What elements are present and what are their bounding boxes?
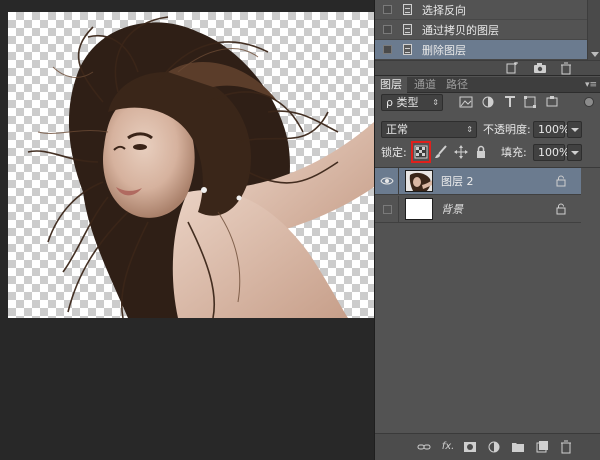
lock-all-icon[interactable] xyxy=(474,145,488,159)
visibility-toggle[interactable] xyxy=(375,168,399,195)
tab-channels[interactable]: 通道 xyxy=(409,77,441,93)
opacity-dropdown-button[interactable] xyxy=(567,121,582,138)
portrait-image xyxy=(27,16,374,318)
filter-toggle-switch[interactable] xyxy=(584,97,594,107)
history-footer xyxy=(375,60,600,76)
blend-mode-select[interactable]: 正常 ⇕ xyxy=(381,121,477,138)
history-item[interactable]: 选择反向 xyxy=(375,0,587,20)
new-document-from-state-icon[interactable] xyxy=(505,62,519,75)
filter-shape-icon[interactable] xyxy=(523,95,537,109)
fill-value: 100% xyxy=(538,146,570,159)
layer-thumbnail-white[interactable] xyxy=(405,198,433,220)
tab-paths[interactable]: 路径 xyxy=(441,77,473,93)
camera-snapshot-icon[interactable] xyxy=(533,62,547,75)
history-state-icon xyxy=(403,4,412,15)
lock-image-pixels-brush-icon[interactable] xyxy=(434,145,448,159)
tab-layers[interactable]: 图层 xyxy=(375,77,407,93)
filter-pixel-icon[interactable] xyxy=(459,95,473,109)
hidden-visibility-box[interactable] xyxy=(383,205,392,214)
panel-menu-icon[interactable]: ▾≡ xyxy=(585,80,597,90)
history-state-icon xyxy=(403,24,412,35)
layer-filter-type-select[interactable]: ρ 类型 ⇕ xyxy=(381,94,443,111)
opacity-input[interactable]: 100% xyxy=(533,121,569,138)
history-snapshot-checkbox[interactable] xyxy=(383,5,392,14)
opacity-label: 不透明度: xyxy=(483,123,531,136)
scroll-down-arrow-icon[interactable] xyxy=(591,52,599,57)
new-layer-icon[interactable] xyxy=(535,440,549,454)
delete-icon[interactable] xyxy=(559,440,573,454)
history-scrollbar[interactable] xyxy=(587,0,600,60)
document-canvas[interactable] xyxy=(8,12,374,318)
layers-panel: 图层 通道 路径 ▾≡ ρ 类型 ⇕ 正常 ⇕ 不透明度: 100% 锁定: 填… xyxy=(375,77,600,460)
canvas-workspace[interactable] xyxy=(0,0,374,460)
layer-row-layer-2[interactable]: 图层 2 xyxy=(375,168,581,195)
caret-updown-icon: ⇕ xyxy=(466,125,473,134)
trash-icon[interactable] xyxy=(559,62,573,75)
link-icon[interactable] xyxy=(417,440,431,454)
history-snapshot-checkbox[interactable] xyxy=(383,25,392,34)
opacity-value: 100% xyxy=(538,123,570,136)
eye-icon[interactable] xyxy=(380,176,394,186)
thumbnail-portrait-image xyxy=(409,172,432,191)
history-item[interactable]: 通过拷贝的图层 xyxy=(375,20,587,40)
right-panel-dock: 选择反向 通过拷贝的图层 删除图层 图层 通道 路径 ▾≡ ρ 类型 ⇕ 正常 … xyxy=(374,0,600,460)
filter-smart-object-icon[interactable] xyxy=(545,95,559,109)
history-panel: 选择反向 通过拷贝的图层 删除图层 xyxy=(375,0,600,76)
layer-lock-icon xyxy=(556,175,566,187)
filter-type-T-icon[interactable] xyxy=(503,95,517,109)
layer-name[interactable]: 图层 2 xyxy=(441,173,474,189)
fill-dropdown-button[interactable] xyxy=(567,144,582,161)
history-item-label: 删除图层 xyxy=(422,43,466,57)
layer-row-background[interactable]: 背景 xyxy=(375,196,581,223)
layer-thumbnail-portrait[interactable] xyxy=(405,170,433,192)
filter-adjustment-icon[interactable] xyxy=(481,95,495,109)
panel-tabs: 图层 通道 路径 ▾≡ xyxy=(375,77,600,93)
layer-list: 图层 2 背景 xyxy=(375,167,600,438)
layers-scrollbar[interactable] xyxy=(581,168,600,438)
filter-type-label: ρ 类型 xyxy=(386,96,419,109)
layer-name[interactable]: 背景 xyxy=(441,201,463,217)
fill-label: 填充: xyxy=(501,146,527,159)
fx-icon[interactable]: fx. xyxy=(441,440,455,454)
blend-mode-value: 正常 xyxy=(386,123,408,136)
caret-updown-icon: ⇕ xyxy=(432,98,439,107)
history-snapshot-checkbox[interactable] xyxy=(383,45,392,54)
layers-footer: fx. xyxy=(375,433,600,460)
mask-icon[interactable] xyxy=(463,440,477,454)
history-item-active[interactable]: 删除图层 xyxy=(375,40,587,60)
group-icon[interactable] xyxy=(511,440,525,454)
visibility-toggle[interactable] xyxy=(375,196,399,223)
lock-transparent-pixels-icon[interactable] xyxy=(414,145,428,159)
adjustment-icon[interactable] xyxy=(487,440,501,454)
history-state-icon xyxy=(403,44,412,55)
history-item-label: 通过拷贝的图层 xyxy=(422,23,499,37)
history-item-label: 选择反向 xyxy=(422,3,466,17)
lock-label: 锁定: xyxy=(381,146,407,159)
fill-input[interactable]: 100% xyxy=(533,144,569,161)
lock-position-move-icon[interactable] xyxy=(454,145,468,159)
layer-lock-icon xyxy=(556,203,566,215)
